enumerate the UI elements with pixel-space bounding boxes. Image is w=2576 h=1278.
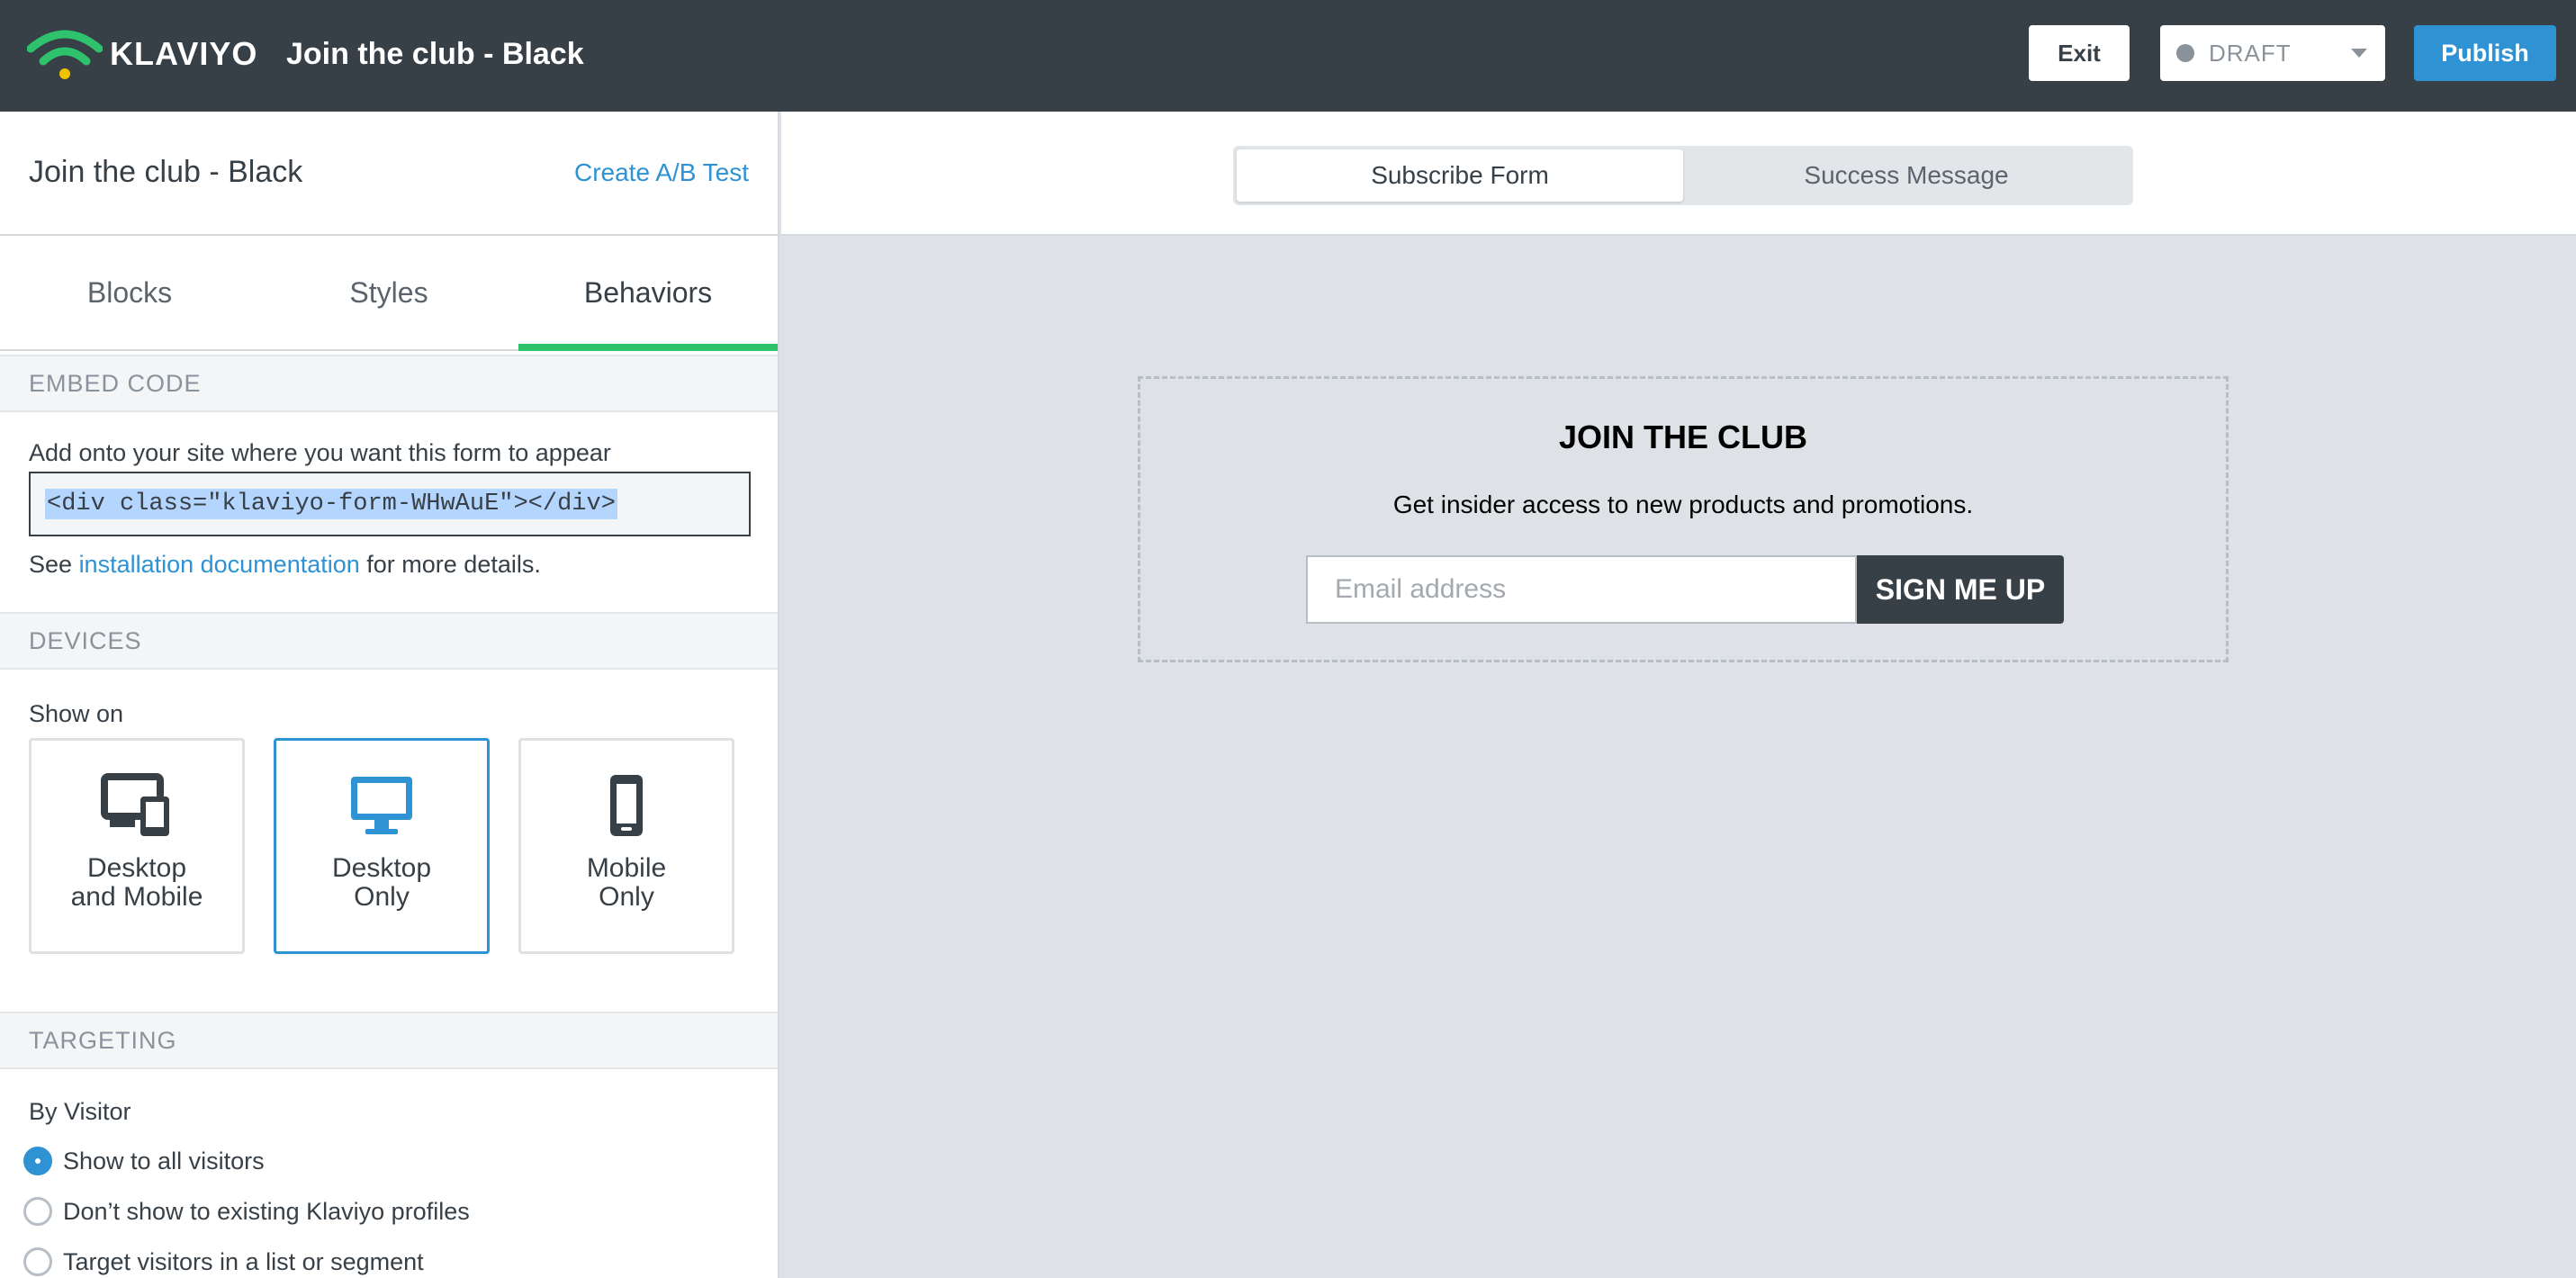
radio-button[interactable]	[23, 1247, 52, 1276]
device-option-desktop-only[interactable]: Desktop Only	[274, 738, 490, 954]
show-on-label: Show on	[29, 700, 124, 727]
form-preview[interactable]: JOIN THE CLUB Get insider access to new …	[1138, 376, 2229, 662]
device-label: Mobile Only	[586, 853, 667, 912]
radio-label: Target visitors in a list or segment	[63, 1247, 424, 1275]
top-bar: KLAVIYO Join the club - Black Exit DRAFT…	[0, 0, 2576, 112]
radio-label: Show to all visitors	[63, 1147, 265, 1174]
create-ab-test-link[interactable]: Create A/B Test	[574, 158, 749, 187]
device-option-desktop-and-mobile[interactable]: Desktop and Mobile	[29, 738, 245, 954]
embed-code-header: EMBED CODE	[0, 355, 778, 412]
desktop-and-mobile-icon	[101, 773, 169, 836]
by-visitor-label: By Visitor	[29, 1098, 131, 1125]
toggle-subscribe-form[interactable]: Subscribe Form	[1237, 149, 1683, 202]
form-view-toggle: Subscribe Form Success Message	[1233, 146, 2133, 205]
device-label: Desktop Only	[331, 853, 432, 912]
radio-button[interactable]	[23, 1147, 52, 1175]
radio-button[interactable]	[23, 1197, 52, 1226]
preview-header: Subscribe Form Success Message	[781, 112, 2576, 236]
chevron-down-icon	[2351, 49, 2367, 58]
radio-hide-existing-profiles[interactable]: Don’t show to existing Klaviyo profiles	[23, 1197, 470, 1226]
exit-button[interactable]: Exit	[2029, 25, 2130, 81]
radio-label: Don’t show to existing Klaviyo profiles	[63, 1197, 470, 1225]
tab-styles[interactable]: Styles	[259, 236, 518, 349]
toggle-success-message[interactable]: Success Message	[1683, 149, 2130, 202]
editor-sidebar: Join the club - Black Create A/B Test Bl…	[0, 112, 779, 1278]
form-title: Join the club - Black	[286, 37, 584, 71]
embed-code-text: <div class="klaviyo-form-WHwAuE"></div>	[45, 489, 617, 519]
sign-me-up-button[interactable]: SIGN ME UP	[1857, 555, 2064, 624]
preview-email-input[interactable]: Email address	[1306, 555, 1857, 624]
embed-code-field[interactable]: <div class="klaviyo-form-WHwAuE"></div>	[29, 472, 751, 536]
editor-tabs: Blocks Styles Behaviors	[0, 234, 778, 351]
device-label: Desktop and Mobile	[70, 853, 203, 912]
desktop-icon	[351, 777, 412, 834]
tab-blocks[interactable]: Blocks	[0, 236, 259, 349]
status-dropdown[interactable]: DRAFT	[2160, 25, 2385, 81]
wifi-logo-icon	[27, 30, 103, 79]
devices-header: DEVICES	[0, 612, 778, 670]
preview-form-subtitle[interactable]: Get insider access to new products and p…	[1140, 490, 2226, 519]
publish-button[interactable]: Publish	[2414, 25, 2556, 81]
klaviyo-logo[interactable]: KLAVIYO	[27, 25, 257, 83]
preview-form-title[interactable]: JOIN THE CLUB	[1140, 418, 2226, 456]
mobile-icon	[610, 775, 643, 836]
see-prefix: See	[29, 551, 73, 578]
radio-show-all-visitors[interactable]: Show to all visitors	[23, 1147, 265, 1175]
device-option-mobile-only[interactable]: Mobile Only	[518, 738, 734, 954]
radio-target-list-segment[interactable]: Target visitors in a list or segment	[23, 1247, 424, 1276]
sidebar-form-name: Join the club - Black	[29, 155, 303, 189]
targeting-header: TARGETING	[0, 1012, 778, 1069]
status-dot-icon	[2176, 44, 2194, 62]
installation-documentation-link[interactable]: installation documentation	[79, 551, 360, 578]
installation-help-text: See installation documentation for more …	[29, 551, 541, 579]
status-value: DRAFT	[2209, 39, 2292, 67]
brand-name: KLAVIYO	[110, 35, 258, 72]
tab-behaviors[interactable]: Behaviors	[518, 236, 778, 351]
embed-instruction: Add onto your site where you want this f…	[29, 439, 611, 466]
see-suffix: for more details.	[366, 551, 541, 578]
